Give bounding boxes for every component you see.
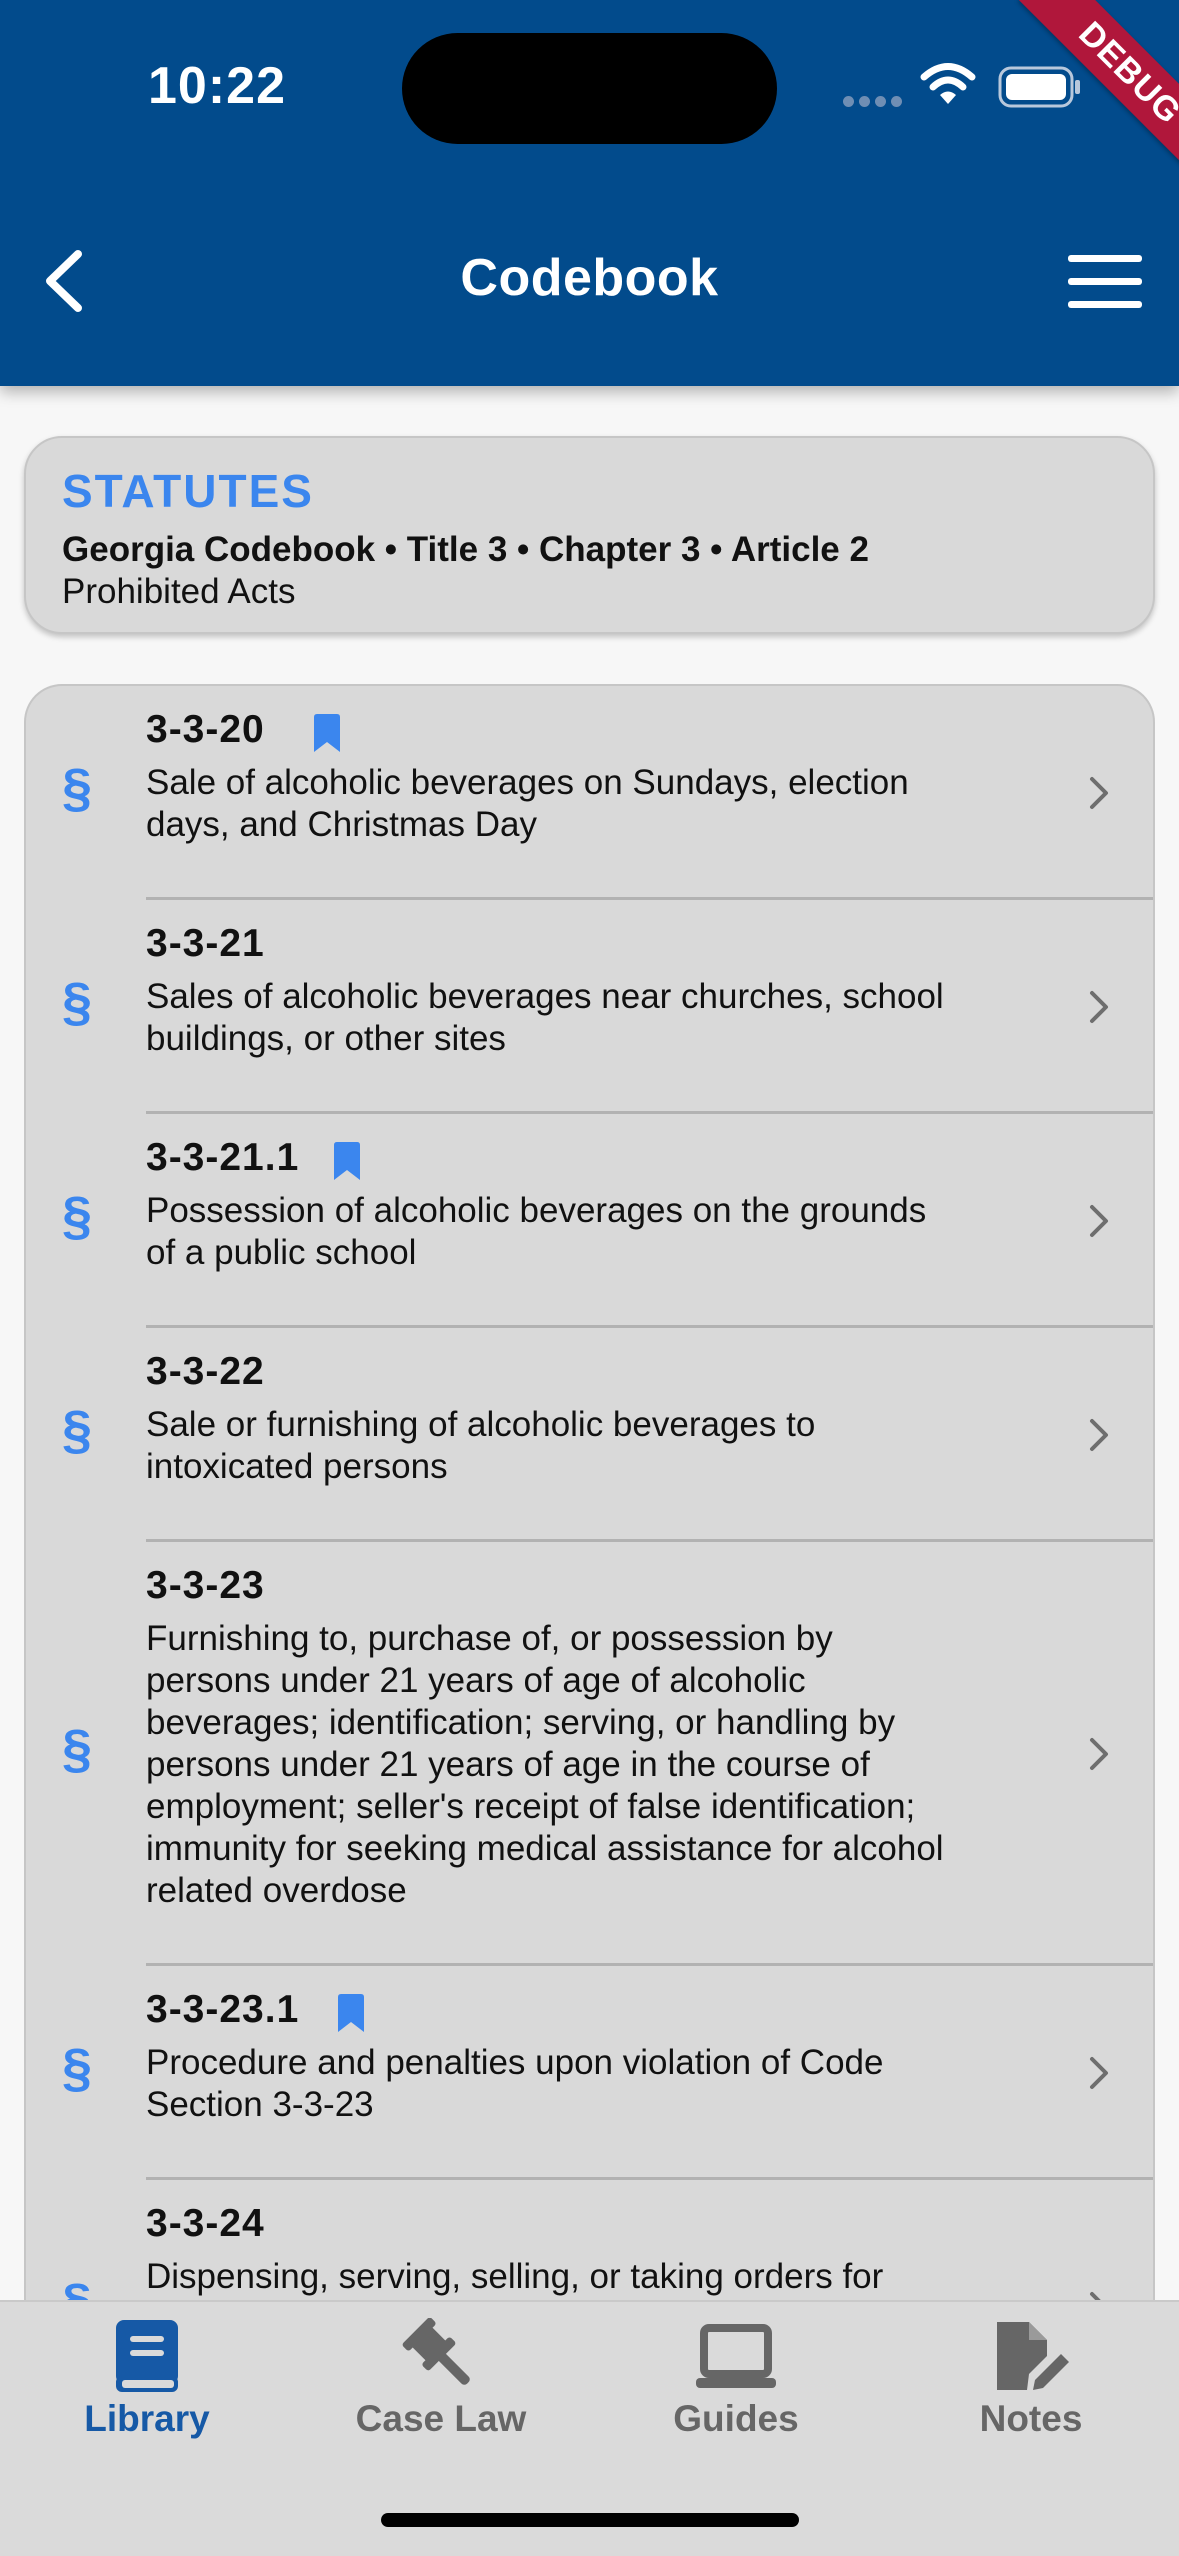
breadcrumb-subtitle: Prohibited Acts (62, 572, 296, 611)
section-description-line: of a public school (146, 1233, 417, 1272)
section-description-line: Sale or furnishing of alcoholic beverage… (146, 1405, 816, 1444)
chevron-right-icon (1090, 1738, 1108, 1770)
laptop-icon (696, 2324, 776, 2388)
hamburger-icon-line (1068, 278, 1142, 285)
section-description-line: persons under 21 years of age of alcohol… (146, 1661, 806, 1700)
tab-case-law-label: Case Law (355, 2398, 527, 2439)
section-description-line: immunity for seeking medical assistance … (146, 1829, 944, 1868)
gavel-icon (402, 2318, 470, 2385)
section-description-line: Furnishing to, purchase of, or possessio… (146, 1619, 833, 1658)
tab-notes[interactable]: Notes (911, 2318, 1151, 2458)
tab-guides[interactable]: Guides (616, 2318, 856, 2458)
tab-library[interactable]: Library (27, 2318, 267, 2458)
section-symbol-icon: § (62, 758, 93, 818)
cellular-signal-icon (843, 94, 907, 112)
chevron-right-icon (1090, 1205, 1108, 1237)
section-number: 3-3-21.1 (146, 1136, 300, 1179)
section-number: 3-3-24 (146, 2202, 265, 2245)
section-symbol-icon: § (62, 2038, 93, 2098)
bookmark-icon (338, 1994, 364, 2032)
section-symbol-icon: § (62, 1719, 93, 1779)
chevron-right-icon (1090, 777, 1108, 809)
hamburger-icon-line (1068, 301, 1142, 308)
section-description-line: Procedure and penalties upon violation o… (146, 2043, 884, 2082)
bookmark-icon (334, 1142, 360, 1180)
battery-icon (998, 66, 1080, 108)
section-description-line: employment; seller's receipt of false id… (146, 1787, 916, 1826)
dynamic-island (402, 33, 777, 144)
section-row[interactable]: § 3-3-22 Sale or furnishing of alcoholic b… (26, 1328, 1153, 1542)
breadcrumb-card: STATUTES Georgia Codebook • Title 3 • Ch… (24, 436, 1155, 634)
hamburger-icon-line (1068, 255, 1142, 262)
section-description-line: beverages; identification; serving, or h… (146, 1703, 896, 1742)
tab-case-law[interactable]: Case Law (321, 2318, 561, 2458)
section-description-line: Section 3-3-23 (146, 2085, 374, 2124)
bookmark-icon (314, 714, 340, 752)
section-description-line: Sales of alcoholic beverages near church… (146, 977, 944, 1016)
section-row[interactable]: § 3-3-20 Sale of alcoholic beverages on Su… (26, 686, 1153, 900)
section-number: 3-3-23 (146, 1564, 265, 1607)
chevron-right-icon (1090, 991, 1108, 1023)
status-time: 10:22 (148, 57, 286, 115)
section-row[interactable]: § 3-3-23.1 Procedure and penalties upon vi… (26, 1966, 1153, 2180)
chevron-right-icon (1090, 1419, 1108, 1451)
section-list: § 3-3-20 Sale of alcoholic beverages on Su… (24, 684, 1155, 2404)
section-symbol-icon: § (62, 972, 93, 1032)
chevron-right-icon (1090, 2057, 1108, 2089)
section-description-line: Sale of alcoholic beverages on Sundays, … (146, 763, 909, 802)
section-row[interactable]: § 3-3-21.1 Possession of alcoholic beverag… (26, 1114, 1153, 1328)
section-description-line: Possession of alcoholic beverages on the… (146, 1191, 927, 1230)
section-number: 3-3-20 (146, 708, 265, 751)
app-header: 10:22 DEBUG Codebook (0, 0, 1179, 386)
menu-button[interactable] (1068, 255, 1144, 309)
book-icon (116, 2320, 178, 2392)
section-number: 3-3-22 (146, 1350, 265, 1393)
section-row[interactable]: § 3-3-21 Sales of alcoholic beverages near… (26, 900, 1153, 1114)
note-edit-icon (997, 2322, 1069, 2390)
breadcrumb-label: STATUTES (62, 465, 314, 517)
section-symbol-icon: § (62, 1400, 93, 1460)
breadcrumb-path: Georgia Codebook • Title 3 • Chapter 3 •… (62, 530, 869, 569)
section-description-line: related overdose (146, 1871, 407, 1910)
section-description-line: Dispensing, serving, selling, or taking … (146, 2257, 884, 2296)
section-symbol-icon: § (62, 1186, 93, 1246)
section-description-line: days, and Christmas Day (146, 805, 537, 844)
tab-guides-label: Guides (673, 2398, 799, 2439)
section-number: 3-3-23.1 (146, 1988, 300, 2031)
tab-notes-label: Notes (979, 2398, 1083, 2439)
page-title: Codebook (460, 249, 719, 307)
wifi-icon (920, 63, 976, 104)
section-description-line: persons under 21 years of age in the cou… (146, 1745, 870, 1784)
tab-library-label: Library (84, 2398, 210, 2439)
section-description-line: buildings, or other sites (146, 1019, 506, 1058)
section-row[interactable]: § 3-3-23 Furnishing to, purchase of, or po… (26, 1542, 1153, 1966)
home-indicator (381, 2513, 799, 2527)
section-description-line: intoxicated persons (146, 1447, 448, 1486)
section-number: 3-3-21 (146, 922, 265, 965)
